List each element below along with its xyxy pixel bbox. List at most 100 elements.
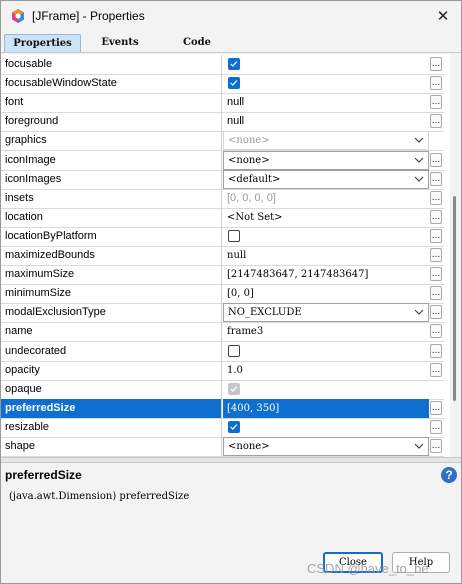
checkmark-icon — [230, 386, 238, 392]
custom-editor-button[interactable]: ... — [430, 229, 442, 243]
property-name: resizable — [1, 418, 222, 437]
tab-code[interactable]: Code — [174, 34, 220, 51]
property-name: maximizedBounds — [1, 246, 222, 265]
property-row-iconImage[interactable]: iconImage <none>... — [1, 151, 444, 171]
close-icon[interactable]: ✕ — [431, 5, 455, 27]
property-row-locationByPlatform[interactable]: locationByPlatform... — [1, 227, 444, 247]
property-row-graphics[interactable]: graphics <none> — [1, 131, 444, 151]
custom-editor-button[interactable]: ... — [430, 114, 442, 128]
property-row-opacity[interactable]: opacity 1.0... — [1, 361, 444, 381]
property-value[interactable]: null — [223, 93, 429, 112]
property-name: font — [1, 93, 222, 112]
property-name: locationByPlatform — [1, 227, 222, 246]
property-name: preferredSize — [1, 399, 222, 418]
checkbox[interactable] — [228, 345, 240, 357]
custom-editor-button[interactable]: ... — [430, 286, 442, 300]
vertical-scrollbar[interactable] — [450, 54, 460, 457]
property-row-foreground[interactable]: foreground null... — [1, 112, 444, 132]
custom-editor-button[interactable]: ... — [430, 439, 442, 453]
combo-value: <none> — [228, 155, 270, 166]
property-row-focusableWindowState[interactable]: focusableWindowState... — [1, 74, 444, 94]
combo-value: <default> — [228, 174, 281, 185]
property-value[interactable]: null — [223, 112, 429, 131]
property-row-minimumSize[interactable]: minimumSize [0, 0]... — [1, 284, 444, 304]
property-value[interactable]: [400, 350] — [223, 399, 429, 418]
property-sheet: focusable... focusableWindowState... font n… — [1, 54, 450, 457]
chevron-down-icon — [414, 443, 424, 449]
scrollbar-thumb[interactable] — [453, 196, 456, 401]
property-row-font[interactable]: font null... — [1, 93, 444, 113]
custom-editor-button[interactable]: ... — [430, 401, 442, 415]
app-icon — [12, 9, 24, 23]
property-name: iconImage — [1, 151, 222, 170]
custom-editor-button[interactable]: ... — [430, 344, 442, 358]
description-panel: preferredSize ? (java.awt.Dimension) pre… — [1, 463, 461, 543]
custom-editor-button[interactable]: ... — [430, 267, 442, 281]
property-name: iconImages — [1, 170, 222, 189]
property-value[interactable]: [0, 0, 0, 0] — [223, 189, 429, 208]
property-value[interactable]: null — [223, 246, 429, 265]
custom-editor-button[interactable]: ... — [430, 420, 442, 434]
custom-editor-button[interactable]: ... — [430, 191, 442, 205]
custom-editor-button[interactable]: ... — [430, 172, 442, 186]
custom-editor-button[interactable]: ... — [430, 305, 442, 319]
custom-editor-button[interactable]: ... — [430, 248, 442, 262]
property-row-undecorated[interactable]: undecorated... — [1, 342, 444, 362]
custom-editor-button[interactable]: ... — [430, 57, 442, 71]
property-row-preferredSize[interactable]: preferredSize [400, 350]... — [1, 399, 444, 419]
property-value[interactable]: [2147483647, 2147483647] — [223, 265, 429, 284]
property-row-opaque[interactable]: opaque — [1, 380, 444, 400]
custom-editor-button[interactable]: ... — [430, 324, 442, 338]
checkbox[interactable] — [228, 77, 240, 89]
custom-editor-button[interactable]: ... — [430, 210, 442, 224]
title-bar[interactable]: [JFrame] - Properties ✕ — [1, 1, 461, 32]
custom-editor-button[interactable]: ... — [430, 363, 442, 377]
property-name: shape — [1, 437, 222, 456]
property-value — [223, 55, 429, 74]
property-row-resizable[interactable]: resizable... — [1, 418, 444, 438]
property-row-maximumSize[interactable]: maximumSize [2147483647, 2147483647]... — [1, 265, 444, 285]
help-icon[interactable]: ? — [441, 467, 457, 483]
property-name: insets — [1, 189, 222, 208]
property-combo: <none> — [223, 131, 429, 150]
property-row-maximizedBounds[interactable]: maximizedBounds null... — [1, 246, 444, 266]
property-name: minimumSize — [1, 284, 222, 303]
property-combo[interactable]: <none> — [223, 151, 429, 170]
property-combo[interactable]: NO_EXCLUDE — [223, 303, 429, 322]
properties-dialog: [JFrame] - Properties ✕ Properties Event… — [0, 0, 462, 584]
property-value — [223, 380, 429, 399]
description-text: (java.awt.Dimension) preferredSize — [9, 491, 190, 502]
property-row-insets[interactable]: insets [0, 0, 0, 0]... — [1, 189, 444, 209]
property-value — [223, 74, 429, 93]
checkbox[interactable] — [228, 230, 240, 242]
chevron-down-icon — [414, 176, 424, 182]
custom-editor-button[interactable]: ... — [430, 153, 442, 167]
property-combo[interactable]: <none> — [223, 437, 429, 456]
tab-properties[interactable]: Properties — [4, 34, 81, 53]
tab-bar: Properties Events Code — [4, 34, 459, 53]
checkbox[interactable] — [228, 421, 240, 433]
checkbox — [228, 383, 240, 395]
property-row-location[interactable]: location <Not Set>... — [1, 208, 444, 228]
property-row-iconImages[interactable]: iconImages <default>... — [1, 170, 444, 190]
watermark: CSDN @have_to_be — [307, 561, 429, 576]
checkbox[interactable] — [228, 58, 240, 70]
property-name: location — [1, 208, 222, 227]
custom-editor-button[interactable]: ... — [430, 76, 442, 90]
property-value[interactable]: <Not Set> — [223, 208, 429, 227]
property-name: opacity — [1, 361, 222, 380]
property-value[interactable]: [0, 0] — [223, 284, 429, 303]
tab-events[interactable]: Events — [90, 34, 150, 51]
property-row-modalExclusionType[interactable]: modalExclusionType NO_EXCLUDE... — [1, 303, 444, 323]
custom-editor-button[interactable]: ... — [430, 95, 442, 109]
property-value[interactable]: frame3 — [223, 322, 429, 341]
tab-divider — [1, 52, 461, 53]
property-combo[interactable]: <default> — [223, 170, 429, 189]
description-title: preferredSize — [5, 468, 82, 482]
chevron-down-icon — [414, 157, 424, 163]
property-row-shape[interactable]: shape <none>... — [1, 437, 444, 457]
chevron-down-icon — [414, 137, 424, 143]
property-row-focusable[interactable]: focusable... — [1, 55, 444, 75]
property-row-name[interactable]: name frame3... — [1, 322, 444, 342]
property-value[interactable]: 1.0 — [223, 361, 429, 380]
